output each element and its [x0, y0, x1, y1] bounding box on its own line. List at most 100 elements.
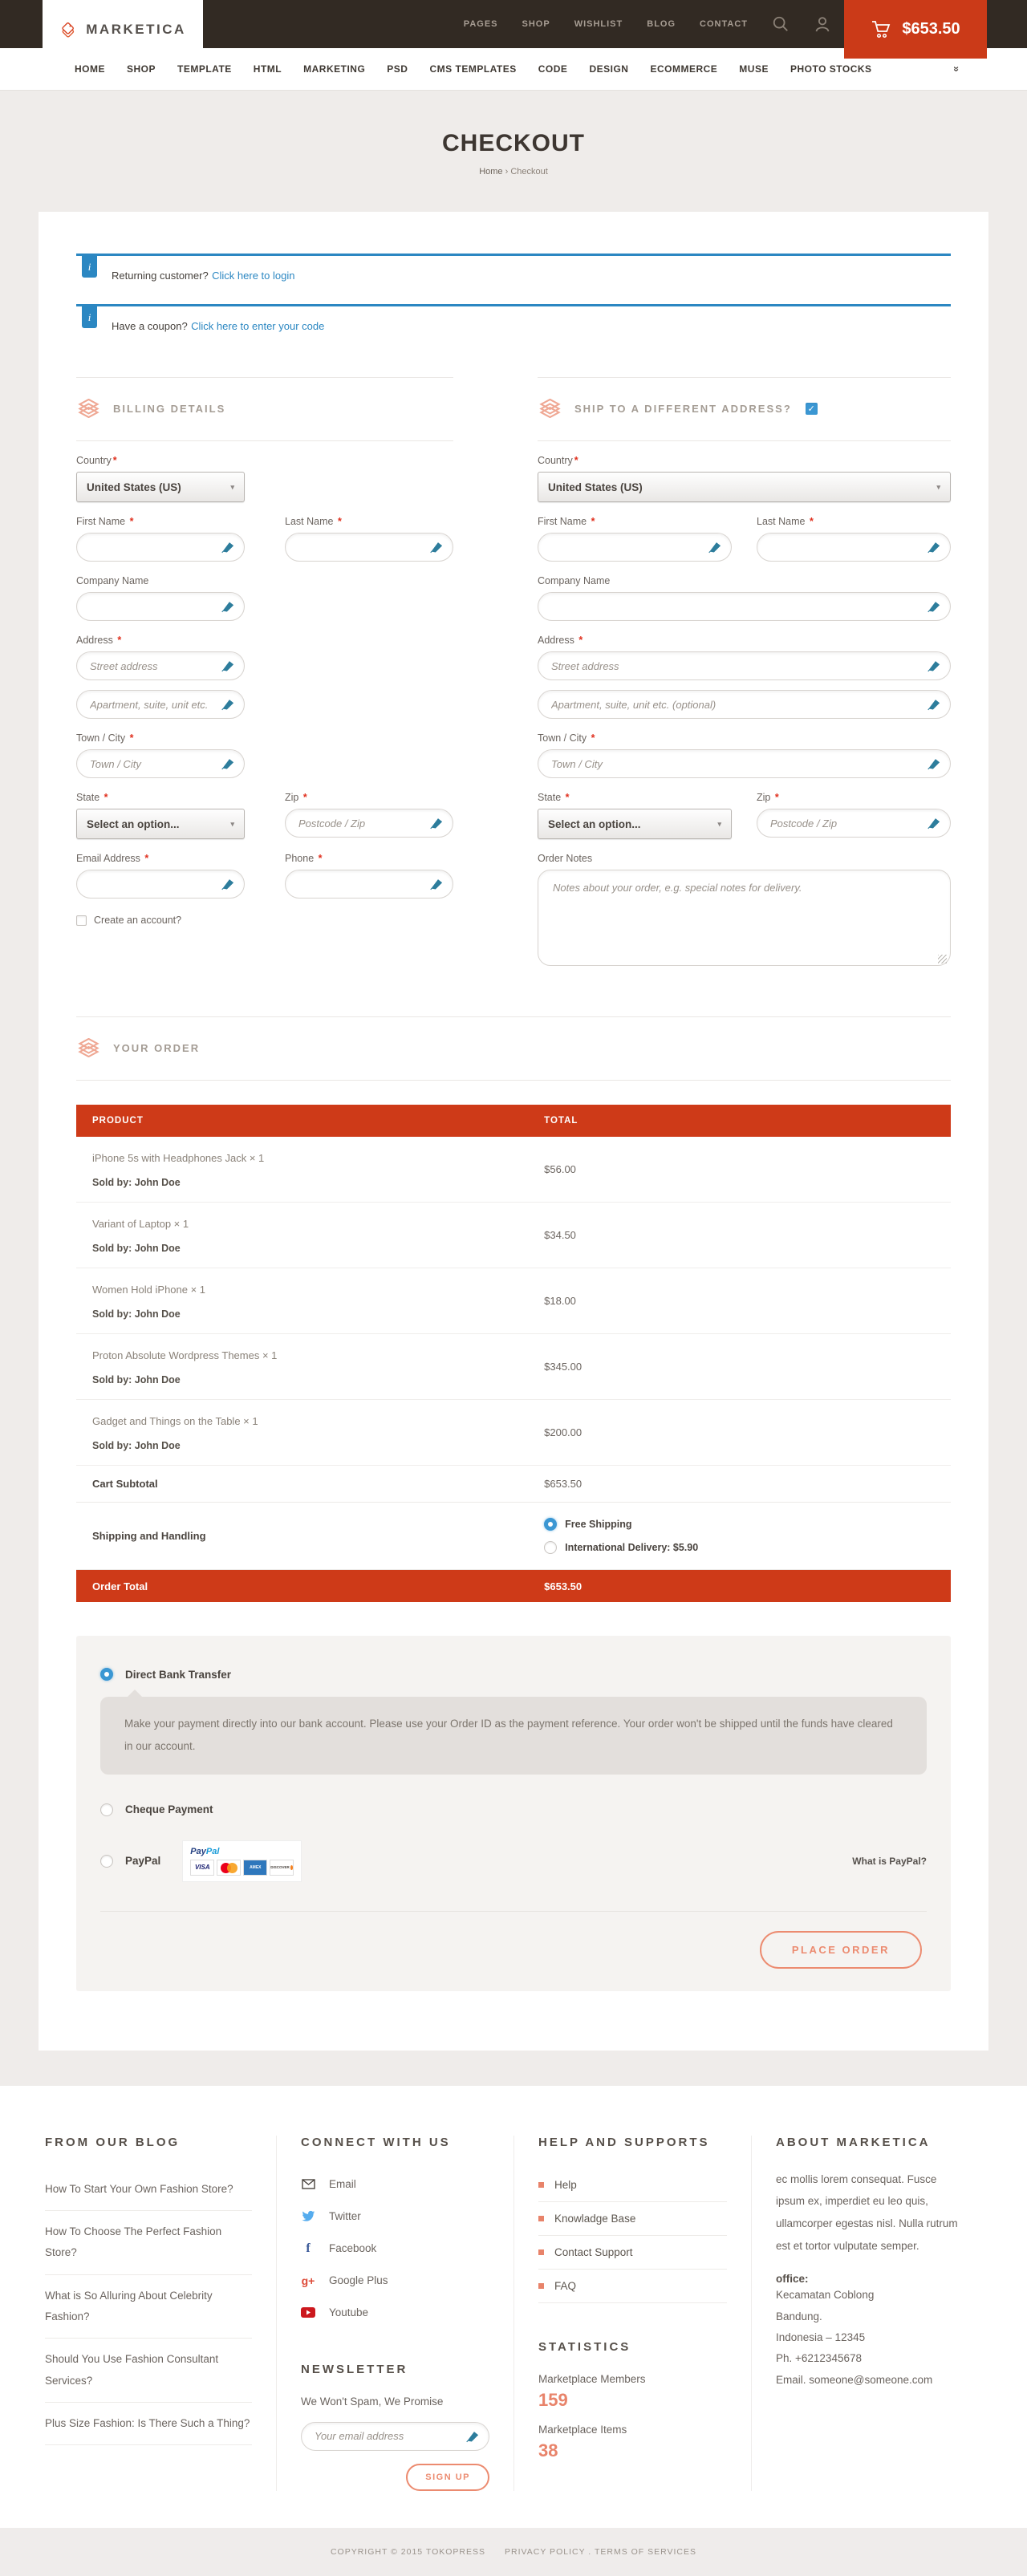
- logo[interactable]: MARKETICA: [43, 0, 203, 59]
- ship-different-checkbox[interactable]: ✓: [806, 403, 818, 415]
- product-seller: Sold by: John Doe: [92, 1308, 544, 1320]
- blog-post-link[interactable]: Should You Use Fashion Consultant Servic…: [45, 2339, 252, 2403]
- billing-country-select[interactable]: United States (US) ▾: [76, 472, 245, 502]
- nav-ecommerce[interactable]: ECOMMERCE: [650, 63, 717, 75]
- shipping-zip-input[interactable]: [757, 809, 951, 838]
- email-link[interactable]: Email: [301, 2168, 489, 2201]
- cheque-payment-option[interactable]: Cheque Payment: [100, 1803, 927, 1816]
- coupon-link[interactable]: Click here to enter your code: [191, 320, 324, 332]
- nav-home[interactable]: HOME: [75, 63, 105, 75]
- free-shipping-label: Free Shipping: [565, 1519, 631, 1530]
- topnav-contact[interactable]: CONTACT: [700, 19, 748, 29]
- office-address-line: Kecamatan Coblong: [776, 2285, 964, 2306]
- nav-cms-templates[interactable]: CMS TEMPLATES: [429, 63, 516, 75]
- resize-grip-icon[interactable]: [938, 955, 947, 963]
- footer: FROM OUR BLOG How To Start Your Own Fash…: [0, 2086, 1027, 2528]
- newsletter-email-input[interactable]: [301, 2422, 489, 2451]
- shipping-country-select[interactable]: United States (US) ▾: [538, 472, 951, 502]
- shipping-state-select[interactable]: Select an option... ▾: [538, 809, 732, 839]
- cart-subtotal-label: Cart Subtotal: [76, 1478, 544, 1490]
- nav-html[interactable]: HTML: [254, 63, 282, 75]
- free-shipping-option[interactable]: Free Shipping: [544, 1518, 951, 1531]
- product-total: $34.50: [544, 1216, 951, 1254]
- radio-selected-icon[interactable]: [100, 1668, 113, 1681]
- legal-links[interactable]: PRIVACY POLICY . TERMS OF SERVICES: [505, 2547, 696, 2557]
- paypal-option[interactable]: PayPal PayPal VISA AMEX DISCOVER What is…: [100, 1840, 927, 1882]
- table-row: Women Hold iPhone × 1 Sold by: John Doe …: [76, 1268, 951, 1334]
- payment-footer: PLACE ORDER: [100, 1911, 927, 1991]
- blog-post-link[interactable]: Plus Size Fashion: Is There Such a Thing…: [45, 2403, 252, 2445]
- billing-email-input[interactable]: [76, 870, 245, 899]
- cart-button[interactable]: $653.50: [844, 0, 987, 59]
- edit-pen-icon: [429, 541, 443, 554]
- billing-apartment-input[interactable]: [76, 690, 245, 719]
- newsletter-tagline: We Won't Spam, We Promise: [301, 2395, 489, 2408]
- billing-state-select[interactable]: Select an option... ▾: [76, 809, 245, 839]
- faq-link[interactable]: FAQ: [538, 2270, 727, 2303]
- edit-pen-icon: [221, 698, 234, 712]
- radio-unselected-icon[interactable]: [544, 1541, 557, 1554]
- topnav-pages[interactable]: PAGES: [464, 19, 498, 29]
- order-notes-textarea[interactable]: [538, 870, 951, 966]
- google-plus-link[interactable]: g+ Google Plus: [301, 2265, 489, 2297]
- login-link[interactable]: Click here to login: [212, 270, 294, 282]
- knowledge-base-link[interactable]: Knowladge Base: [538, 2202, 727, 2236]
- product-name: Women Hold iPhone × 1: [92, 1284, 544, 1296]
- nav-design[interactable]: DESIGN: [589, 63, 628, 75]
- place-order-button[interactable]: PLACE ORDER: [760, 1931, 922, 1969]
- nav-template[interactable]: TEMPLATE: [177, 63, 232, 75]
- billing-town-input[interactable]: [76, 749, 245, 778]
- nav-marketing[interactable]: MARKETING: [303, 63, 365, 75]
- billing-street-input[interactable]: [76, 651, 245, 680]
- blog-post-link[interactable]: How To Start Your Own Fashion Store?: [45, 2168, 252, 2211]
- shipping-company-input[interactable]: [538, 592, 951, 621]
- topnav-blog[interactable]: BLOG: [647, 19, 676, 29]
- bank-transfer-option[interactable]: Direct Bank Transfer: [100, 1668, 927, 1681]
- billing-last-name-input[interactable]: [285, 533, 453, 562]
- billing-first-name-input[interactable]: [76, 533, 245, 562]
- create-account-checkbox[interactable]: [76, 915, 87, 926]
- twitter-link[interactable]: Twitter: [301, 2201, 489, 2233]
- contact-support-link[interactable]: Contact Support: [538, 2236, 727, 2270]
- nav-psd[interactable]: PSD: [387, 63, 408, 75]
- marketplace-items-value: 38: [538, 2440, 727, 2461]
- facebook-icon: f: [301, 2241, 315, 2256]
- cart-total: $653.50: [902, 20, 960, 39]
- user-account-icon[interactable]: [814, 15, 831, 33]
- shipping-street-input[interactable]: [538, 651, 951, 680]
- topnav-wishlist[interactable]: WISHLIST: [574, 19, 623, 29]
- office-address-line: Indonesia – 12345: [776, 2327, 964, 2348]
- billing-zip-input[interactable]: [285, 809, 453, 838]
- billing-company-input[interactable]: [76, 592, 245, 621]
- shipping-address-label: Address *: [538, 635, 951, 646]
- nav-more-chevrons-icon[interactable]: »: [951, 66, 963, 71]
- facebook-link[interactable]: f Facebook: [301, 2233, 489, 2265]
- topnav-shop[interactable]: SHOP: [522, 19, 550, 29]
- shipping-town-input[interactable]: [538, 749, 951, 778]
- youtube-link[interactable]: Youtube: [301, 2297, 489, 2329]
- help-link[interactable]: Help: [538, 2168, 727, 2202]
- nav-muse[interactable]: MUSE: [739, 63, 769, 75]
- blog-post-link[interactable]: What is So Alluring About Celebrity Fash…: [45, 2275, 252, 2339]
- nav-code[interactable]: CODE: [538, 63, 568, 75]
- international-delivery-option[interactable]: International Delivery: $5.90: [544, 1541, 951, 1554]
- shipping-apartment-input[interactable]: [538, 690, 951, 719]
- copyright-bar: COPYRIGHT © 2015 TOKOPRESS PRIVACY POLIC…: [0, 2528, 1027, 2576]
- breadcrumb-home[interactable]: Home: [479, 167, 502, 176]
- shipping-last-name-input[interactable]: [757, 533, 951, 562]
- nav-shop[interactable]: SHOP: [127, 63, 156, 75]
- office-label: office:: [776, 2273, 964, 2285]
- marketplace-members-value: 159: [538, 2390, 727, 2411]
- radio-unselected-icon[interactable]: [100, 1855, 113, 1868]
- nav-photo-stocks[interactable]: PHOTO STOCKS: [790, 63, 872, 75]
- radio-selected-icon[interactable]: [544, 1518, 557, 1531]
- shipping-first-name-input[interactable]: [538, 533, 732, 562]
- search-icon[interactable]: [772, 15, 790, 33]
- radio-unselected-icon[interactable]: [100, 1803, 113, 1816]
- sign-up-button[interactable]: SIGN UP: [406, 2464, 489, 2491]
- blog-post-link[interactable]: How To Choose The Perfect Fashion Store?: [45, 2211, 252, 2275]
- billing-phone-input[interactable]: [285, 870, 453, 899]
- what-is-paypal-link[interactable]: What is PayPal?: [852, 1856, 927, 1867]
- product-column-header: PRODUCT: [76, 1116, 544, 1126]
- shipping-town-label: Town / City *: [538, 732, 951, 744]
